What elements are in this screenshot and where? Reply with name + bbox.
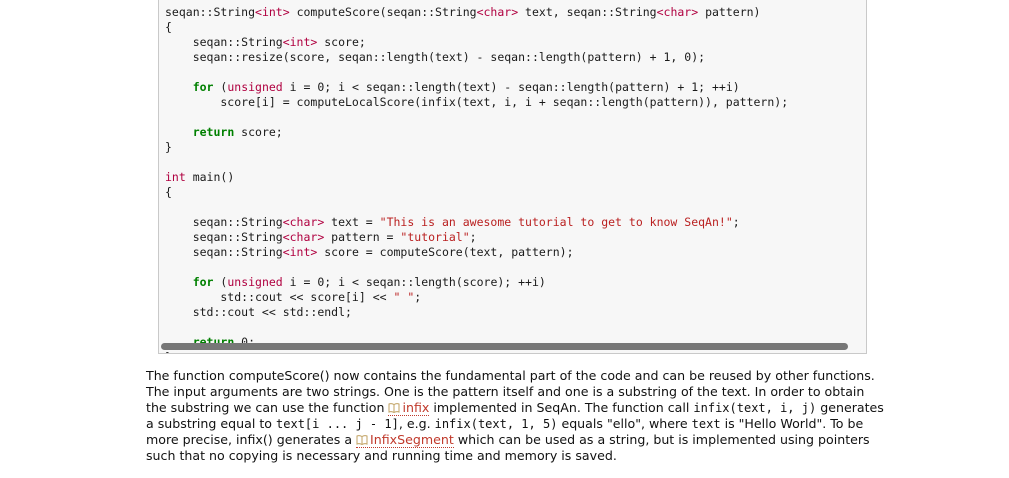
code-token: <char> [476, 5, 519, 19]
code-line: seqan::String<char> text = "This is an a… [165, 215, 788, 230]
code-token: score; [234, 125, 283, 139]
book-icon [356, 435, 368, 445]
code-token: { [165, 185, 172, 199]
code-token: <char> [656, 5, 699, 19]
paragraph-text: equals "ello", where [557, 416, 692, 431]
code-token: <int> [282, 245, 318, 259]
code-token: seqan::resize(score, seqan::length(text)… [165, 50, 706, 64]
code-line: { [165, 20, 788, 35]
book-icon [388, 403, 400, 413]
code-token: std::cout << score[i] << [165, 290, 394, 304]
inline-code: text [691, 417, 721, 431]
code-line: seqan::resize(score, seqan::length(text)… [165, 50, 788, 65]
code-line: seqan::String<int> score; [165, 35, 788, 50]
code-token: ( [213, 80, 228, 94]
code-token: "tutorial" [400, 230, 470, 244]
code-line: } [165, 350, 788, 353]
code-token: <int> [282, 35, 318, 49]
code-token: seqan::String [165, 5, 256, 19]
code-token: seqan::String [165, 215, 283, 229]
code-line: for (unsigned i = 0; i < seqan::length(t… [165, 80, 788, 95]
code-token: ; [732, 215, 740, 229]
code-token: } [165, 140, 172, 154]
infixsegment-link-label[interactable]: InfixSegment [370, 432, 454, 447]
code-line: std::cout << score[i] << " "; [165, 290, 788, 305]
code-token: seqan::String [165, 35, 283, 49]
code-line: seqan::String<int> score = computeScore(… [165, 245, 788, 260]
code-token: std::cout << std::endl; [165, 305, 352, 319]
code-token: for [192, 275, 214, 289]
scrollbar-thumb[interactable] [161, 343, 848, 350]
code-token: return [192, 125, 235, 139]
code-token: { [165, 20, 172, 34]
code-token: } [165, 350, 172, 353]
code-token: ; [469, 230, 477, 244]
code-token: score = computeScore(text, pattern); [317, 245, 574, 259]
infix-link-label[interactable]: infix [402, 400, 429, 415]
inline-code: text[i ... j - 1] [276, 417, 399, 431]
code-token: seqan::String [165, 230, 283, 244]
code-token: " " [393, 290, 415, 304]
infixsegment-link[interactable]: InfixSegment [356, 432, 454, 448]
code-line: seqan::String<char> pattern = "tutorial"… [165, 230, 788, 245]
code-token: pattern = [324, 230, 401, 244]
code-line: score[i] = computeLocalScore(infix(text,… [165, 95, 788, 110]
code-token: i = 0; i < seqan::length(score); ++i) [282, 275, 546, 289]
code-token: ( [213, 275, 228, 289]
code-line: std::cout << std::endl; [165, 305, 788, 320]
code-line: { [165, 185, 788, 200]
inline-code: infix(text, i, j) [693, 401, 817, 415]
code-token: text, seqan::String [518, 5, 657, 19]
explanation-paragraph: The function computeScore() now contains… [146, 368, 886, 464]
code-line: int main() [165, 170, 788, 185]
code-token: for [192, 80, 214, 94]
code-token: int [165, 170, 186, 184]
paragraph-text: implemented in SeqAn. The function call [429, 400, 694, 415]
horizontal-scrollbar[interactable] [161, 343, 848, 350]
code-token: <char> [282, 230, 325, 244]
code-token: score; [317, 35, 366, 49]
inline-code: infix(text, 1, 5) [434, 417, 558, 431]
code-token: i = 0; i < seqan::length(text) - seqan::… [282, 80, 740, 94]
code-listing: seqan::String<int> computeScore(seqan::S… [165, 5, 788, 353]
code-token: unsigned [227, 80, 283, 94]
code-token: <char> [282, 215, 325, 229]
code-token: main() [185, 170, 235, 184]
code-token: seqan::String [165, 245, 283, 259]
code-line: } [165, 140, 788, 155]
code-token: score[i] = computeLocalScore(infix(text,… [165, 95, 789, 109]
code-line: return score; [165, 125, 788, 140]
code-line: seqan::String<int> computeScore(seqan::S… [165, 5, 788, 20]
code-token: unsigned [227, 275, 283, 289]
infix-link[interactable]: infix [388, 400, 430, 416]
code-token: "This is an awesome tutorial to get to k… [379, 215, 733, 229]
code-line: for (unsigned i = 0; i < seqan::length(s… [165, 275, 788, 290]
code-token: <int> [255, 5, 290, 19]
paragraph-text: , e.g. [398, 416, 435, 431]
code-token: computeScore(seqan::String [289, 5, 477, 19]
code-token: ; [414, 290, 422, 304]
code-token: pattern) [698, 5, 761, 19]
code-block: seqan::String<int> computeScore(seqan::S… [158, 0, 867, 354]
code-token: text = [324, 215, 380, 229]
